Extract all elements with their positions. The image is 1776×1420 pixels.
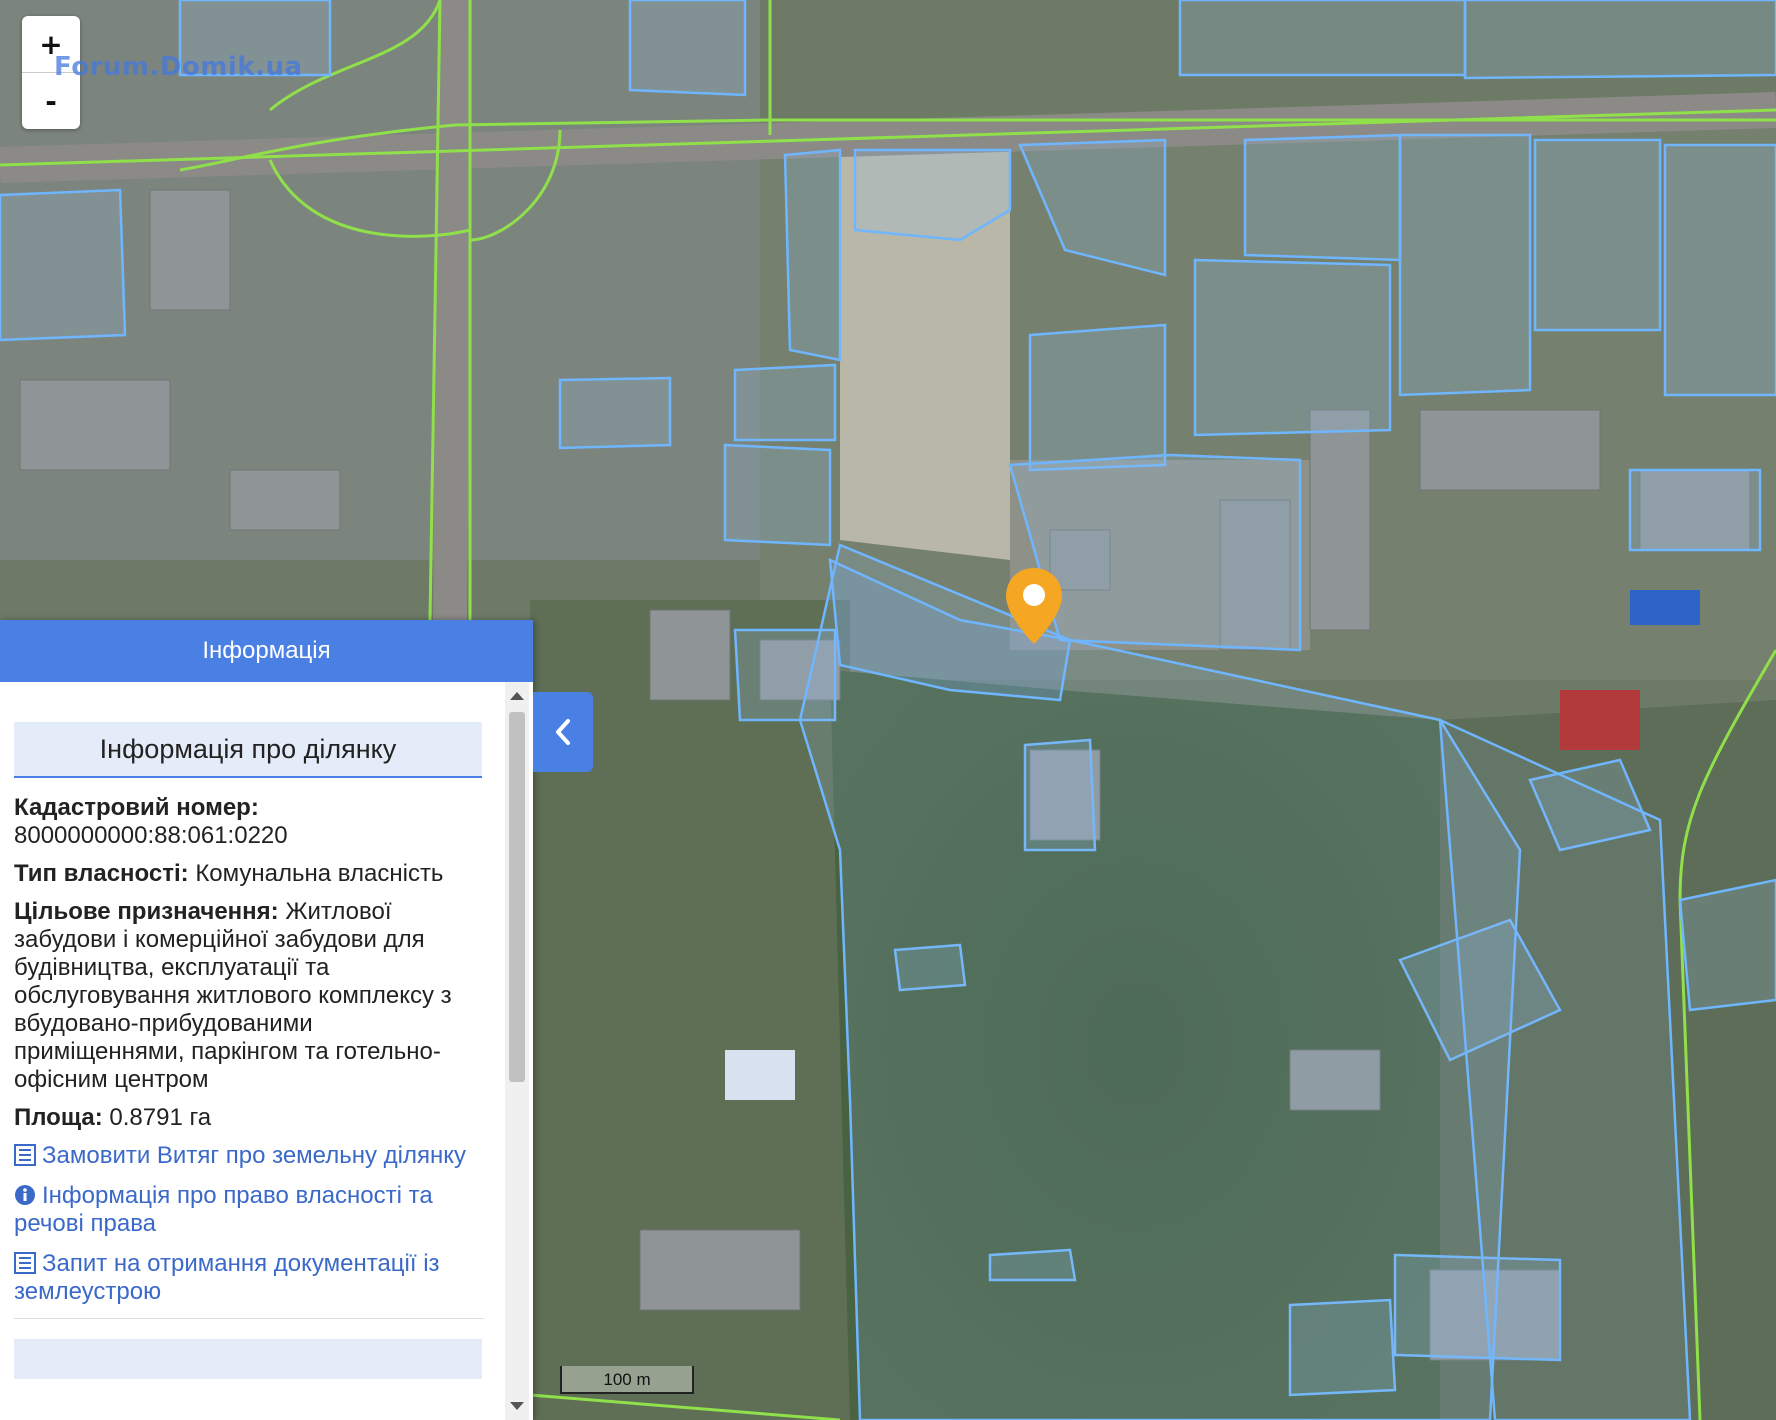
collapse-panel-button[interactable] [533,692,593,772]
link-label: Інформація про право власності та речові… [14,1182,433,1237]
ownership-info-link[interactable]: Інформація про право власності та речові… [14,1182,484,1238]
panel-body[interactable]: Інформація про ділянку Кадастровий номер… [0,682,500,1420]
cadastral-row: Кадастровий номер: 8000000000:88:061:022… [14,794,484,850]
parcel-info: Кадастровий номер: 8000000000:88:061:022… [14,794,484,1132]
cadastral-value: 8000000000:88:061:0220 [14,822,288,849]
purpose-value: Житлової забудови і комерційної забудови… [14,898,452,1093]
ownership-value: Комунальна власність [195,860,444,887]
location-marker-icon[interactable] [1004,566,1064,646]
scroll-down-icon[interactable] [510,1402,524,1410]
area-label: Площа: [14,1104,103,1131]
info-panel: Інформація Інформація про ділянку Кадаст… [0,620,533,1420]
divider [14,1318,484,1319]
info-circle-icon [15,1185,35,1205]
section-title: Інформація про ділянку [14,722,482,778]
watermark: Forum.Domik.ua [54,52,303,82]
cadastral-label: Кадастровий номер: [14,794,259,821]
documentation-request-link[interactable]: Запит на отримання документації із земле… [14,1250,484,1306]
scroll-thumb[interactable] [509,712,525,1082]
next-section-header [14,1339,482,1379]
purpose-row: Цільове призначення: Житлової забудови і… [14,898,484,1094]
link-label: Замовити Витяг про земельну ділянку [42,1142,467,1169]
scroll-up-icon[interactable] [510,692,524,700]
panel-header: Інформація [0,620,533,682]
area-row: Площа: 0.8791 га [14,1104,484,1132]
chevron-left-icon [556,719,570,745]
list-icon [14,1252,36,1274]
ownership-label: Тип власності: [14,860,189,887]
ownership-row: Тип власності: Комунальна власність [14,860,484,888]
panel-scrollbar[interactable] [505,682,529,1420]
purpose-label: Цільове призначення: [14,898,279,925]
scale-bar: 100 m [560,1366,694,1394]
order-extract-link[interactable]: Замовити Витяг про земельну ділянку [14,1142,484,1170]
area-value: 0.8791 га [109,1104,212,1131]
link-label: Запит на отримання документації із земле… [14,1250,440,1305]
list-icon [14,1144,36,1166]
